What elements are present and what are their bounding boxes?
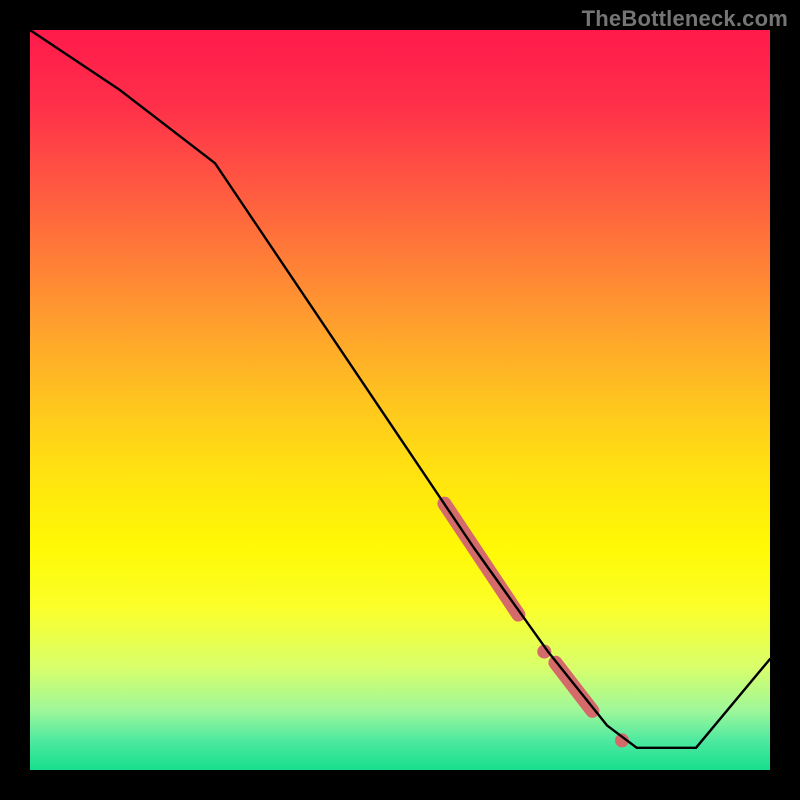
- gradient-background: [30, 30, 770, 770]
- watermark-text: TheBottleneck.com: [582, 6, 788, 32]
- chart-frame: TheBottleneck.com: [0, 0, 800, 800]
- plot-area: [30, 30, 770, 770]
- bottleneck-chart: [30, 30, 770, 770]
